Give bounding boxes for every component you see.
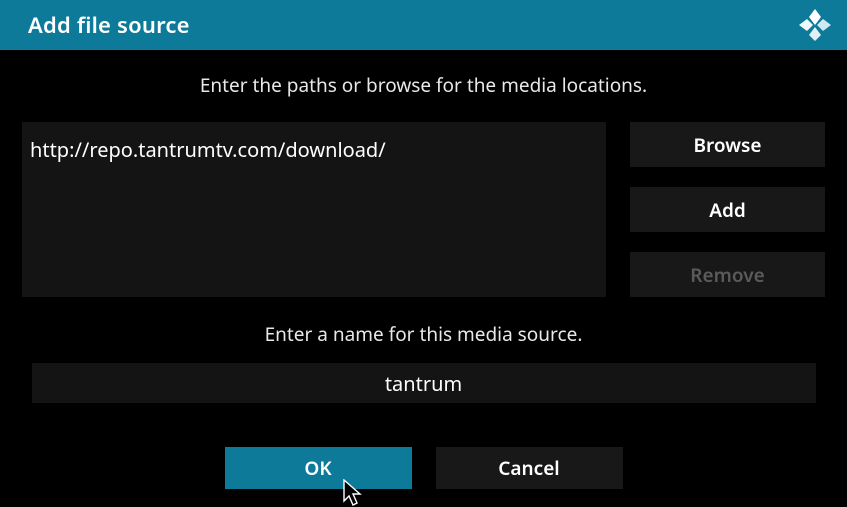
dialog-header: Add file source [0, 0, 847, 50]
kodi-logo-icon [797, 7, 833, 43]
cancel-button[interactable]: Cancel [436, 447, 623, 489]
paths-instruction-label: Enter the paths or browse for the media … [22, 72, 825, 98]
add-button[interactable]: Add [630, 187, 825, 232]
source-name-value: tantrum [385, 370, 462, 397]
remove-button: Remove [630, 252, 825, 297]
ok-button[interactable]: OK [225, 447, 412, 489]
path-entry[interactable]: http://repo.tantrumtv.com/download/ [30, 136, 598, 167]
paths-row: http://repo.tantrumtv.com/download/ Brow… [22, 122, 825, 297]
footer-buttons: OK Cancel [22, 447, 825, 489]
name-instruction-label: Enter a name for this media source. [22, 321, 825, 347]
dialog-body: Enter the paths or browse for the media … [0, 50, 847, 489]
source-name-input[interactable]: tantrum [32, 363, 816, 403]
browse-button[interactable]: Browse [630, 122, 825, 167]
side-button-stack: Browse Add Remove [630, 122, 825, 297]
paths-listbox[interactable]: http://repo.tantrumtv.com/download/ [22, 122, 606, 297]
dialog-title: Add file source [28, 10, 190, 40]
